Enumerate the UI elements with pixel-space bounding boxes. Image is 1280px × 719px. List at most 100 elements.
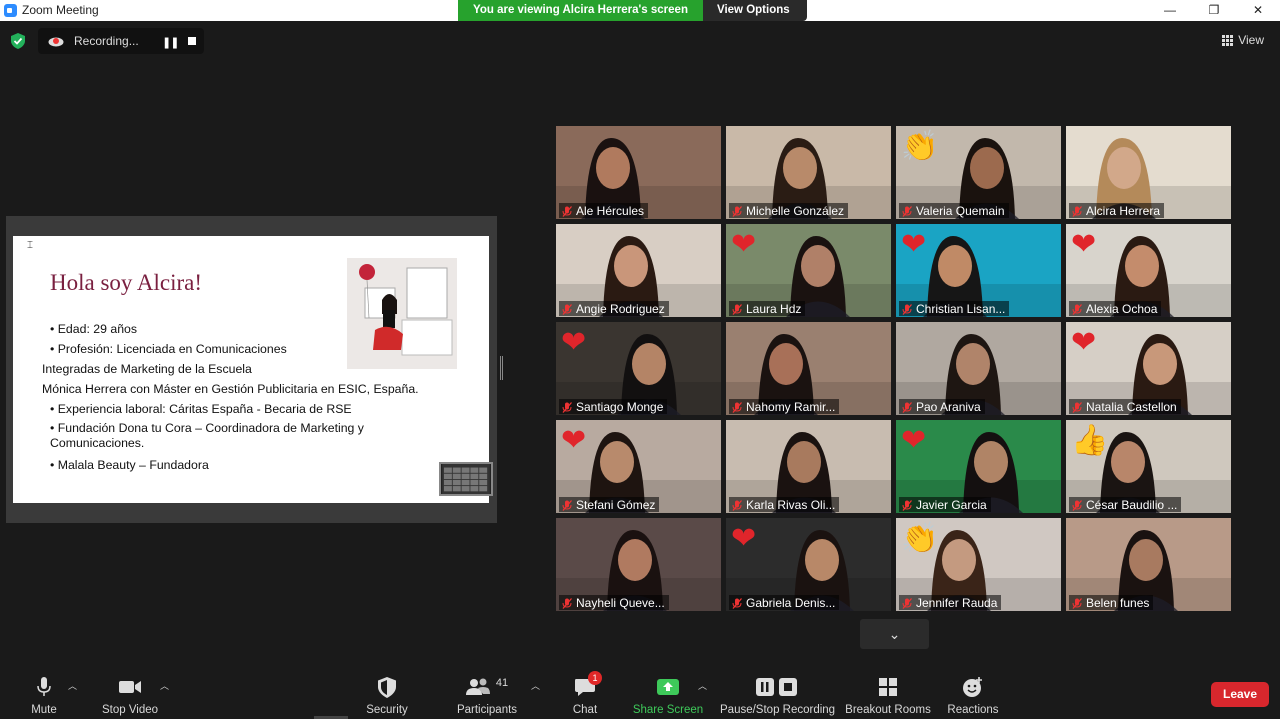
share-screen-label: Share Screen bbox=[632, 704, 704, 716]
view-label: View bbox=[1238, 33, 1264, 47]
participant-name-bar: Javier Garcia bbox=[899, 497, 991, 512]
restore-button[interactable]: ❐ bbox=[1192, 0, 1236, 21]
share-screen-button[interactable]: Share Screen bbox=[632, 675, 704, 716]
split-view-handle[interactable] bbox=[500, 356, 503, 380]
pause-recording-icon[interactable]: ❚❚ bbox=[162, 36, 179, 49]
clap-reaction-icon: 👏 bbox=[901, 130, 939, 163]
view-button[interactable]: View bbox=[1222, 33, 1264, 47]
encryption-shield-icon[interactable] bbox=[11, 33, 25, 49]
pause-stop-recording-button[interactable]: Pause/Stop Recording bbox=[720, 675, 836, 716]
participant-name: Jennifer Rauda bbox=[916, 596, 998, 610]
chat-label: Chat bbox=[572, 704, 598, 716]
participant-name: Karla Rivas Oli... bbox=[746, 498, 836, 512]
view-options-button[interactable]: View Options ⌄ bbox=[703, 0, 807, 30]
close-button[interactable]: ✕ bbox=[1236, 0, 1280, 21]
slide-line: • Profesión: Licenciada en Comunicacione… bbox=[50, 342, 287, 356]
security-label: Security bbox=[366, 704, 408, 716]
participants-button[interactable]: 41 Participants bbox=[452, 675, 522, 716]
participants-label: Participants bbox=[456, 704, 518, 716]
muted-mic-icon bbox=[732, 205, 742, 217]
mouse-cursor-icon: ⌶ bbox=[27, 240, 33, 251]
muted-mic-icon bbox=[902, 303, 912, 315]
security-button[interactable]: Security bbox=[362, 675, 412, 716]
participant-video-tile[interactable]: Karla Rivas Oli... bbox=[726, 420, 891, 513]
participant-video-tile[interactable]: Belen funes bbox=[1066, 518, 1231, 611]
participant-video-tile[interactable]: 👍 César Baudilio ... bbox=[1066, 420, 1231, 513]
participant-name: Nayheli Queve... bbox=[576, 596, 665, 610]
presenter-thumbnail bbox=[439, 462, 493, 496]
minimize-button[interactable]: — bbox=[1148, 0, 1192, 21]
muted-mic-icon bbox=[1072, 205, 1082, 217]
stop-video-button[interactable]: Stop Video bbox=[98, 675, 162, 716]
participant-name-bar: César Baudilio ... bbox=[1069, 497, 1182, 512]
muted-mic-icon bbox=[562, 401, 572, 413]
participant-video-tile[interactable]: Nayheli Queve... bbox=[556, 518, 721, 611]
slide-body: • Edad: 29 años • Profesión: Licenciada … bbox=[42, 319, 470, 475]
muted-mic-icon bbox=[732, 499, 742, 511]
muted-mic-icon bbox=[902, 401, 912, 413]
window-titlebar: Zoom Meeting You are viewing Alcira Herr… bbox=[0, 0, 1280, 30]
slide-line: Mónica Herrera con Máster en Gestión Pub… bbox=[42, 382, 419, 396]
muted-mic-icon bbox=[732, 401, 742, 413]
thumbs-up-reaction-icon: 👍 bbox=[1071, 424, 1109, 457]
participant-video-tile[interactable]: ❤ Laura Hdz bbox=[726, 224, 891, 317]
participant-name-bar: Ale Hércules bbox=[559, 203, 649, 218]
muted-mic-icon bbox=[902, 499, 912, 511]
reactions-label: Reactions bbox=[947, 704, 999, 716]
participant-video-tile[interactable]: Pao Aranivа bbox=[896, 322, 1061, 415]
participant-video-tile[interactable]: ❤ Javier Garcia bbox=[896, 420, 1061, 513]
leave-button[interactable]: Leave bbox=[1211, 682, 1269, 707]
share-options-chevron-icon[interactable]: ︿ bbox=[698, 679, 707, 692]
muted-mic-icon bbox=[562, 597, 572, 609]
breakout-rooms-button[interactable]: Breakout Rooms bbox=[845, 675, 931, 716]
muted-mic-icon bbox=[1072, 401, 1082, 413]
muted-mic-icon bbox=[1072, 303, 1082, 315]
participant-video-tile[interactable]: ❤ Stefani Gómez bbox=[556, 420, 721, 513]
grid-icon bbox=[1222, 34, 1234, 46]
shared-screen[interactable]: ⌶ Hola soy Alcira! • Edad: 29 años • Pro… bbox=[6, 216, 497, 523]
participant-name-bar: Angie Rodriguez bbox=[559, 301, 669, 316]
participant-name: Christian Lisan... bbox=[916, 302, 1006, 316]
participant-video-tile[interactable]: 👏 Jennifer Rauda bbox=[896, 518, 1061, 611]
participant-name-bar: Alexia Ochoa bbox=[1069, 301, 1162, 316]
participant-video-tile[interactable]: Ale Hércules bbox=[556, 126, 721, 219]
participant-gallery: Ale Hércules Michelle González 👏 Valeria Qu… bbox=[556, 126, 1233, 614]
participant-name-bar: Natalia Castellon bbox=[1069, 399, 1181, 414]
participant-video-tile[interactable]: Michelle González bbox=[726, 126, 891, 219]
meeting-top-strip: Recording... ❚❚ View bbox=[0, 21, 1280, 61]
heart-reaction-icon: ❤ bbox=[561, 326, 587, 359]
heart-reaction-icon: ❤ bbox=[901, 424, 927, 457]
stop-recording-icon[interactable] bbox=[188, 37, 196, 45]
participant-name: Belen funes bbox=[1086, 596, 1150, 610]
audio-options-chevron-icon[interactable]: ︿ bbox=[68, 679, 77, 692]
participant-video-tile[interactable]: 👏 Valeria Quemain bbox=[896, 126, 1061, 219]
participant-video-tile[interactable]: ❤ Santiago Monge bbox=[556, 322, 721, 415]
participant-video-tile[interactable]: ❤ Natalia Castellon bbox=[1066, 322, 1231, 415]
participant-name-bar: Gabriela Denis... bbox=[729, 595, 840, 610]
participants-options-chevron-icon[interactable]: ︿ bbox=[531, 679, 540, 692]
participant-name: Ale Hércules bbox=[576, 204, 645, 218]
heart-reaction-icon: ❤ bbox=[901, 228, 927, 261]
next-page-chevron-icon[interactable]: ⌄ bbox=[860, 619, 929, 649]
participant-video-tile[interactable]: Alcira Herrera bbox=[1066, 126, 1231, 219]
participant-video-tile[interactable]: ❤ Gabriela Denis... bbox=[726, 518, 891, 611]
breakout-rooms-icon bbox=[845, 675, 931, 699]
participant-name-bar: Jennifer Rauda bbox=[899, 595, 1002, 610]
muted-mic-icon bbox=[902, 205, 912, 217]
pause-stop-recording-label: Pause/Stop Recording bbox=[720, 704, 836, 716]
participant-video-tile[interactable]: Nahomy Ramir... bbox=[726, 322, 891, 415]
participant-name: Nahomy Ramir... bbox=[746, 400, 836, 414]
participant-video-tile[interactable]: Angie Rodriguez bbox=[556, 224, 721, 317]
participants-icon: 41 bbox=[452, 675, 522, 699]
participant-name-bar: Laura Hdz bbox=[729, 301, 806, 316]
recording-label: Recording... bbox=[74, 34, 139, 48]
participant-video-tile[interactable]: ❤ Christian Lisan... bbox=[896, 224, 1061, 317]
participant-video-tile[interactable]: ❤ Alexia Ochoa bbox=[1066, 224, 1231, 317]
video-options-chevron-icon[interactable]: ︿ bbox=[160, 679, 169, 692]
mute-button[interactable]: Mute bbox=[22, 675, 66, 716]
stop-video-label: Stop Video bbox=[101, 704, 159, 716]
muted-mic-icon bbox=[562, 303, 572, 315]
participant-name: Pao Aranivа bbox=[916, 400, 981, 414]
reactions-button[interactable]: Reactions bbox=[946, 675, 1000, 716]
participant-name: Laura Hdz bbox=[746, 302, 802, 316]
